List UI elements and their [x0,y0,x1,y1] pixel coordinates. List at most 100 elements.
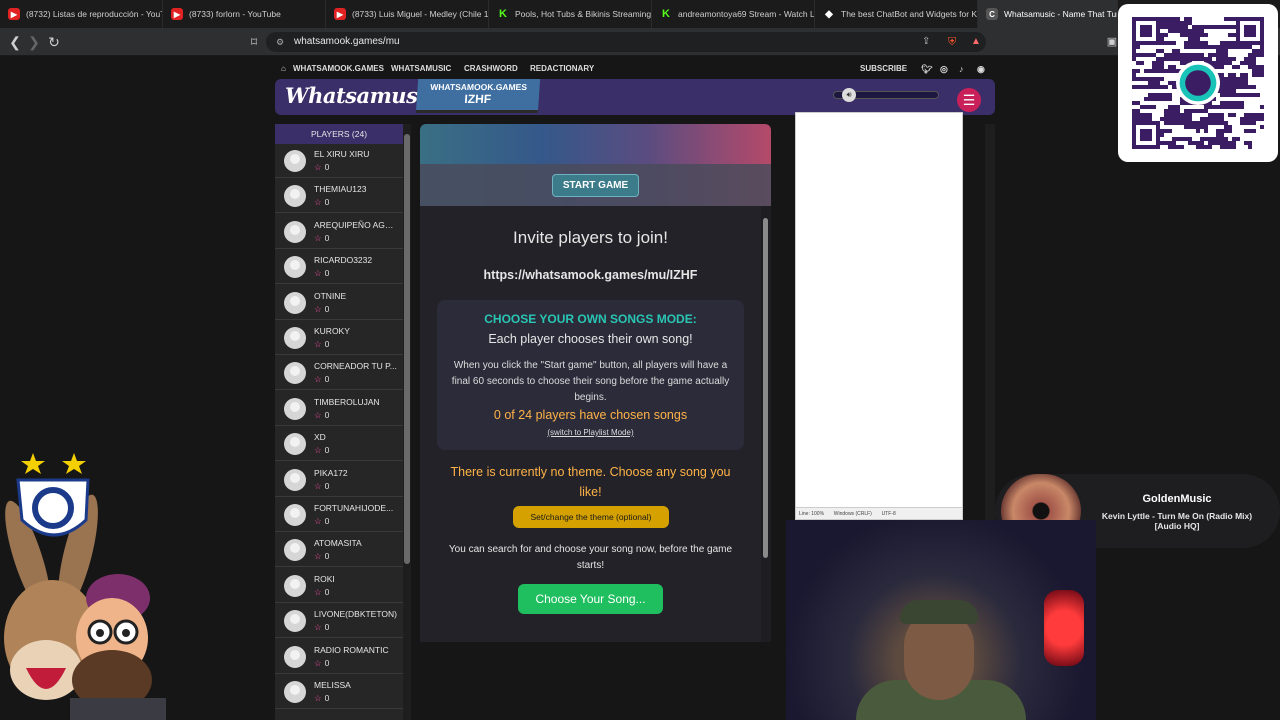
address-bar[interactable]: ⚙ whatsamook.games/mu ⇪ ⛨ ▲ [266,32,986,52]
score-value: 0 [324,480,330,491]
player-score: ☆ 0 [314,197,329,208]
rewards-icon[interactable]: ▲ [971,32,981,52]
player-row: KUROKY ☆ 0 [275,321,403,355]
avatar [284,291,306,314]
star-icon: ☆ [314,622,322,633]
player-name: EL XIRU XIRU [314,149,370,159]
nav-whatsamusic-link[interactable]: WHATSAMUSIC [391,64,451,73]
player-name: RADIO ROMANTIC [314,644,389,655]
player-score: ☆ 0 [314,162,329,173]
invite-heading: Invite players to join! [513,228,668,247]
back-icon[interactable]: ❮ [7,34,23,50]
scroll-thumb[interactable] [404,134,410,564]
yape-qr-card [1118,4,1278,162]
player-name: ATOMASITA [314,538,362,549]
tab-title: andreamontoya69 Stream - Watch L [678,9,815,19]
discord-icon[interactable]: ◉ [977,64,985,75]
avatar [284,185,306,208]
score-value: 0 [324,445,330,456]
tiktok-icon[interactable]: ♪ [959,64,964,74]
chosen-count: 0 of 24 players have chosen songs [493,408,688,422]
set-theme-button[interactable]: Set/change the theme (optional) [513,506,669,528]
player-name: PIKA172 [314,467,348,478]
star-icon: ☆ [314,197,322,208]
twitter-icon[interactable]: 🐦︎ [921,64,932,75]
player-score: ☆ 0 [314,481,329,492]
player-row: AREQUIPEÑO AGN... ☆ 0 [275,215,403,249]
speaker-icon[interactable]: 🔊︎ [842,88,856,102]
browser-tab[interactable]: ▶ (8733) Luis Miguel - Medley (Chile 1 [326,0,489,28]
youtube-icon: ▶ [8,8,20,20]
youtube-icon: ▶ [334,8,346,20]
players-scrollbar[interactable] [403,124,411,720]
bookmark-icon[interactable]: ⌑ [246,34,262,50]
player-score: ☆ 0 [314,304,329,315]
site-info-icon[interactable]: ⚙ [276,32,284,52]
lobby-scrollbar[interactable] [761,206,771,642]
nav-home-link[interactable]: WHATSAMOOK.GAMES [293,64,384,73]
share-icon[interactable]: ⇪ [922,32,930,52]
start-game-button[interactable]: START GAME [552,174,639,197]
score-value: 0 [324,374,330,385]
player-row: MELISSA ☆ 0 [275,675,403,709]
score-value: 0 [324,339,330,349]
avatar [284,220,306,243]
star-icon: ☆ [314,268,322,279]
volume-slider[interactable]: 🔊︎ [833,88,939,102]
game-header: START GAME [420,124,771,206]
player-name: FORTUNAHIJODE... [314,503,394,513]
player-row: OTNINE ☆ 0 [275,286,403,320]
browser-tab[interactable]: K andreamontoya69 Stream - Watch L [652,0,815,28]
mode-subtitle: Each player chooses their own song! [488,332,693,346]
score-value: 0 [324,551,330,562]
choose-song-button[interactable]: Choose Your Song... [518,584,663,614]
reload-icon[interactable]: ↻ [46,34,62,50]
browser-tab[interactable]: ▶ (8733) forlorn - YouTube [163,0,326,28]
scroll-thumb[interactable] [763,218,768,558]
editor-window: Line: 100% Windows (CRLF) UTF-8 [795,112,963,520]
instagram-icon[interactable]: ◎ [940,64,948,75]
brave-shield-icon[interactable]: ⛨ [948,32,956,52]
no-theme-text: There is currently no theme. Choose any … [450,465,731,499]
tab-title: Whatsamusic - Name That Tune [1004,9,1118,19]
home-icon[interactable]: ⌂ [281,64,286,73]
hamburger-menu-icon[interactable]: ☰ [957,88,981,112]
browser-tab[interactable]: ◆ The best ChatBot and Widgets for K [815,0,978,28]
score-value: 0 [324,657,330,668]
invite-url[interactable]: https://whatsamook.games/mu/IZHF [420,268,761,282]
mascot-illustration [4,453,166,720]
nav-redactionary-link[interactable]: REDACTIONARY [530,64,594,73]
player-name: AREQUIPEÑO AGN... [314,219,398,230]
player-score: ☆ 0 [314,410,329,421]
game-lobby: Invite players to join! https://whatsamo… [420,206,771,642]
botrix-icon: ◆ [823,8,835,20]
browser-tab[interactable]: K Pools, Hot Tubs & Bikinis Streaming [489,0,652,28]
score-value: 0 [324,622,330,633]
forward-icon[interactable]: ❯ [26,34,42,50]
site-logo[interactable]: Whatsamusic [285,83,438,108]
player-score: ☆ 0 [314,622,329,633]
subscribe-link[interactable]: SUBSCRIBE [860,64,907,73]
avatar [284,610,306,633]
qr-code [1132,17,1264,149]
browser-tab-active[interactable]: C Whatsamusic - Name That Tune [978,0,1118,28]
score-value: 0 [324,268,330,279]
player-score: ☆ 0 [314,587,329,598]
tab-title: (8733) Luis Miguel - Medley (Chile 1 [352,9,489,19]
avatar [284,397,306,420]
avatar [284,362,306,385]
browser-tab[interactable]: ▶ (8732) Listas de reproducción - YouTu [0,0,163,28]
player-score: ☆ 0 [314,445,329,456]
status-eol: Windows (CRLF) [833,511,872,517]
nav-crashword-link[interactable]: CRASHWORD [464,64,518,73]
tab-title: (8733) forlorn - YouTube [189,9,281,19]
switch-playlist-link[interactable]: (switch to Playlist Mode) [437,428,744,437]
avatar [284,539,306,562]
player-score: ☆ 0 [314,374,329,385]
player-row: EL XIRU XIRU ☆ 0 [275,144,403,178]
site-nav: ⌂ WHATSAMOOK.GAMES WHATSAMUSIC CRASHWORD… [275,60,995,76]
score-value: 0 [324,303,330,314]
tab-title: The best ChatBot and Widgets for K [841,9,978,19]
player-score: ☆ 0 [314,268,329,279]
avatar [284,256,306,279]
